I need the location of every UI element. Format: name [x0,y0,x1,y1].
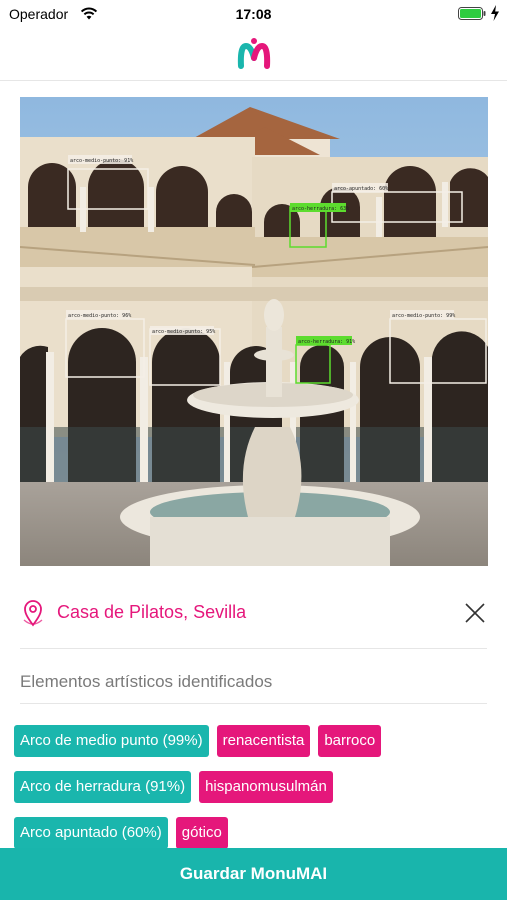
location-pin-icon [23,600,43,627]
battery-icon [458,7,486,20]
detection-label: arco-apuntado: 60% [334,186,388,192]
tag-arco-apuntado[interactable]: Arco apuntado (60%) [14,817,168,849]
monument-photo: arco-medio-punto: 91% arco-apuntado: 60%… [20,97,488,566]
detection-label: arco-herradura: 63% [292,206,349,212]
detection-label: arco-medio-punto: 99% [392,313,455,319]
section-title: Elementos artísticos identificados [20,672,273,691]
detection-label: arco-medio-punto: 95% [152,329,215,335]
detection-label: arco-medio-punto: 91% [70,158,133,164]
tag-renacentista[interactable]: renacentista [216,725,311,757]
detection-label: arco-medio-punto: 96% [68,313,131,319]
monumai-logo-icon [237,38,271,69]
tag-barroco[interactable]: barroco [318,725,382,757]
location-row: Casa de Pilatos, Sevilla [0,590,507,636]
clock: 17:08 [235,6,272,22]
tag-hispanomusulman[interactable]: hispanomusulmán [199,771,333,803]
close-icon[interactable] [463,601,487,625]
tag-arco-herradura[interactable]: Arco de herradura (91%) [14,771,192,803]
tag-row: Arco de herradura (91%) hispanomusulmán [14,771,333,803]
divider [20,703,487,704]
status-bar: Operador 17:08 [0,0,507,28]
tag-row: Arco de medio punto (99%) renacentista b… [14,725,382,757]
charging-icon [491,5,499,21]
nav-bar [0,28,507,81]
divider [20,648,487,649]
detection-label: arco-herradura: 91% [298,339,355,345]
tag-row: Arco apuntado (60%) gótico [14,817,228,849]
save-button[interactable]: Guardar MonuMAI [0,848,507,900]
location-title: Casa de Pilatos, Sevilla [57,602,247,622]
tag-gotico[interactable]: gótico [175,817,228,849]
tag-arco-medio-punto[interactable]: Arco de medio punto (99%) [14,725,209,757]
